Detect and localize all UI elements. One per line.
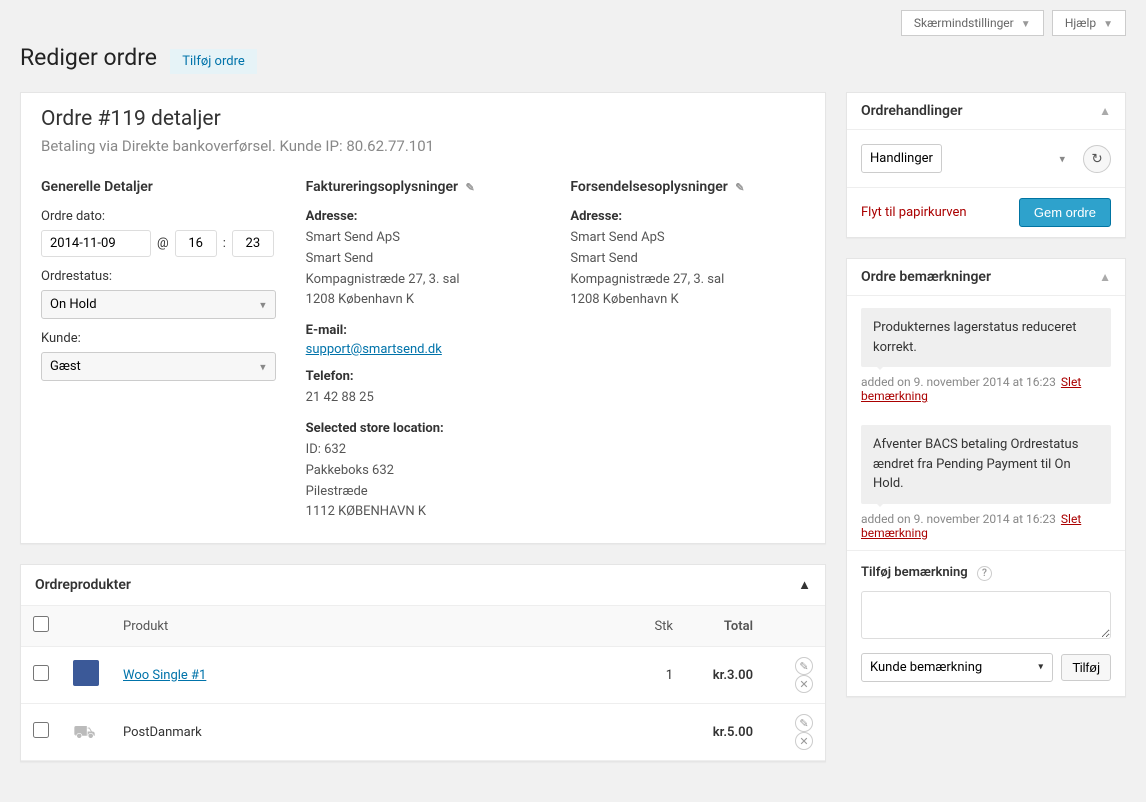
shipping-icon: ⛟ — [73, 722, 99, 742]
help-icon[interactable]: ? — [977, 566, 992, 581]
col-total: Total — [685, 606, 765, 647]
order-items-heading: Ordreprodukter — [35, 577, 131, 593]
col-product: Produkt — [111, 606, 625, 647]
order-date-label: Ordre dato: — [41, 209, 276, 224]
help-label: Hjælp — [1065, 16, 1096, 30]
collapse-icon[interactable]: ▲ — [1099, 104, 1111, 118]
note-textarea[interactable] — [861, 591, 1111, 639]
trash-link[interactable]: Flyt til papirkurven — [861, 205, 967, 220]
chevron-down-icon: ▼ — [1021, 19, 1031, 30]
apply-action-button[interactable]: ↻ — [1083, 145, 1111, 173]
help-button[interactable]: Hjælp ▼ — [1052, 10, 1126, 36]
chevron-down-icon: ▼ — [1103, 19, 1113, 30]
order-title: Ordre #119 detaljer — [41, 107, 805, 131]
order-note-meta: added on 9. november 2014 at 16:23 Slet … — [847, 508, 1125, 550]
order-status-label: Ordrestatus: — [41, 269, 276, 284]
select-all-checkbox[interactable] — [33, 616, 49, 632]
customer-select[interactable]: Gæst — [41, 352, 276, 381]
screen-options-button[interactable]: Skærmindstillinger ▼ — [901, 10, 1044, 36]
product-thumbnail — [73, 660, 99, 686]
row-total: kr.5.00 — [685, 704, 765, 761]
product-link[interactable]: Woo Single #1 — [123, 668, 206, 683]
order-details-box: Ordre #119 detaljer Betaling via Direkte… — [20, 92, 826, 544]
page-title: Rediger ordre — [20, 44, 157, 71]
order-notes-heading: Ordre bemærkninger — [861, 269, 991, 285]
billing-phone: 21 42 88 25 — [306, 388, 541, 409]
row-checkbox[interactable] — [33, 722, 49, 738]
shipping-name: PostDanmark — [111, 704, 625, 761]
order-hour-input[interactable] — [175, 230, 217, 257]
delete-icon[interactable]: ✕ — [795, 675, 813, 693]
store-location: ID: 632 Pakkeboks 632 Pilestræde 1112 KØ… — [306, 440, 541, 523]
billing-email-label: E-mail: — [306, 323, 541, 338]
pencil-icon[interactable]: ✎ — [795, 657, 813, 675]
row-checkbox[interactable] — [33, 665, 49, 681]
customer-label: Kunde: — [41, 331, 276, 346]
order-note-meta: added on 9. november 2014 at 16:23 Slet … — [847, 371, 1125, 413]
order-actions-heading: Ordrehandlinger — [861, 103, 963, 119]
collapse-icon[interactable]: ▲ — [798, 577, 811, 593]
billing-heading: Faktureringsoplysninger — [306, 179, 458, 195]
billing-address: Smart Send ApS Smart Send Kompagnistræde… — [306, 228, 541, 311]
row-qty: 1 — [625, 647, 685, 704]
save-order-button[interactable]: Gem ordre — [1019, 198, 1111, 227]
order-minute-input[interactable] — [232, 230, 274, 257]
pencil-icon[interactable]: ✎ — [795, 714, 813, 732]
order-subtitle: Betaling via Direkte bankoverførsel. Kun… — [41, 137, 805, 155]
general-heading: Generelle Detaljer — [41, 179, 276, 195]
order-notes-box: Ordre bemærkninger ▲ Produkternes lagers… — [846, 258, 1126, 697]
order-actions-box: Ordrehandlinger ▲ Handlinger ↻ Flyt til … — [846, 92, 1126, 238]
billing-column: Faktureringsoplysninger ✎ Adresse: Smart… — [306, 179, 541, 523]
order-date-input[interactable] — [41, 230, 151, 257]
colon-symbol: : — [223, 236, 226, 251]
at-symbol: @ — [157, 236, 169, 251]
pencil-icon[interactable]: ✎ — [466, 181, 475, 194]
order-items-table: Produkt Stk Total Woo Single #1 1 kr. — [21, 606, 825, 761]
order-items-box: Ordreprodukter ▲ Produkt Stk Total — [20, 564, 826, 762]
shipping-address-label: Adresse: — [570, 209, 805, 224]
order-status-select[interactable]: On Hold — [41, 290, 276, 319]
order-note: Afventer BACS betaling Ordrestatus ændre… — [861, 425, 1111, 504]
screen-options-label: Skærmindstillinger — [914, 16, 1014, 30]
add-order-button[interactable]: Tilføj ordre — [170, 49, 257, 74]
billing-phone-label: Telefon: — [306, 369, 541, 384]
order-actions-select[interactable]: Handlinger — [861, 144, 942, 173]
row-qty — [625, 704, 685, 761]
add-note-heading: Tilføj bemærkning — [861, 565, 968, 580]
billing-email-link[interactable]: support@smartsend.dk — [306, 342, 442, 357]
shipping-heading: Forsendelsesoplysninger — [570, 179, 727, 195]
refresh-icon: ↻ — [1091, 151, 1102, 167]
table-row: Woo Single #1 1 kr.3.00 ✎ ✕ — [21, 647, 825, 704]
row-total: kr.3.00 — [685, 647, 765, 704]
col-qty: Stk — [625, 606, 685, 647]
billing-address-label: Adresse: — [306, 209, 541, 224]
collapse-icon[interactable]: ▲ — [1099, 270, 1111, 284]
pencil-icon[interactable]: ✎ — [735, 181, 744, 194]
note-type-select[interactable]: Kunde bemærkning — [861, 653, 1053, 682]
table-row: ⛟ PostDanmark kr.5.00 ✎ ✕ — [21, 704, 825, 761]
delete-icon[interactable]: ✕ — [795, 732, 813, 750]
shipping-column: Forsendelsesoplysninger ✎ Adresse: Smart… — [570, 179, 805, 523]
add-note-button[interactable]: Tilføj — [1061, 654, 1111, 681]
store-location-label: Selected store location: — [306, 421, 541, 436]
order-note: Produkternes lagerstatus reduceret korre… — [861, 308, 1111, 367]
shipping-address: Smart Send ApS Smart Send Kompagnistræde… — [570, 228, 805, 311]
general-details-column: Generelle Detaljer Ordre dato: @ : Ordre… — [41, 179, 276, 523]
